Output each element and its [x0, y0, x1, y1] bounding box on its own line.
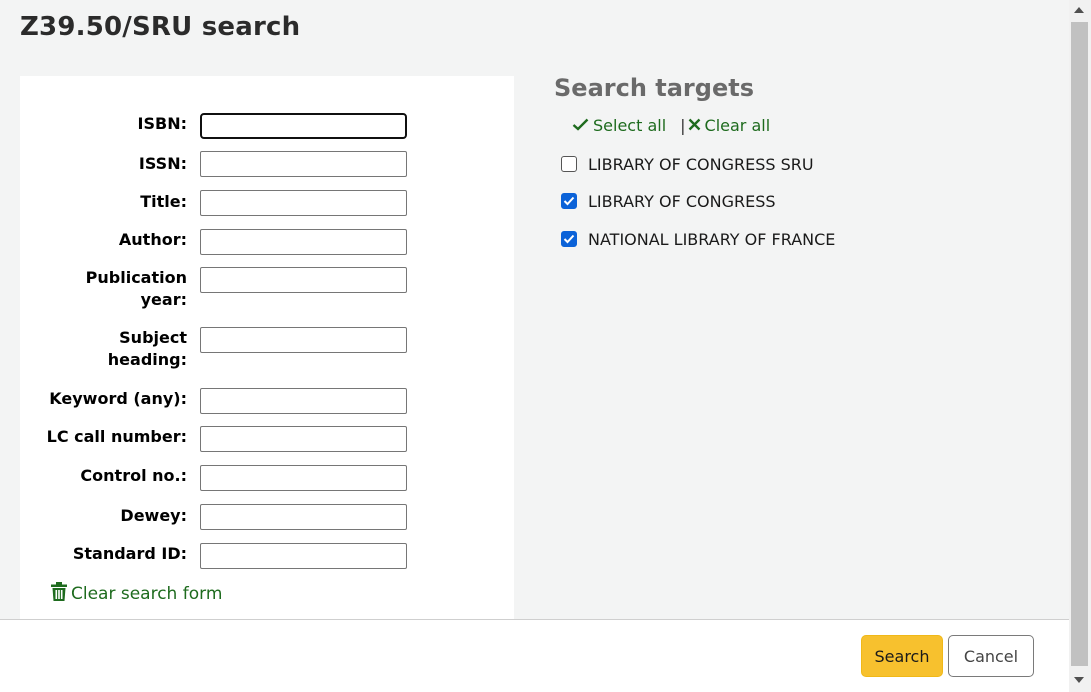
clear-all-label: Clear all	[704, 116, 771, 135]
scroll-thumb[interactable]	[1071, 22, 1088, 666]
checkmark-icon	[563, 196, 575, 206]
cancel-button[interactable]: Cancel	[948, 635, 1034, 677]
control-no-input[interactable]	[200, 465, 407, 491]
target-selection-links: Select all | Clear all	[572, 116, 770, 135]
clear-search-form-label: Clear search form	[71, 584, 223, 604]
keyword-input[interactable]	[200, 388, 407, 414]
keyword-label: Keyword (any):	[49, 389, 187, 408]
search-form-panel: ISBN: ISSN: Title: Author: Publication y…	[20, 76, 514, 620]
modal-footer: Search Cancel	[0, 619, 1069, 692]
target-item-library-of-congress-sru[interactable]: LIBRARY OF CONGRESS SRU	[561, 153, 814, 175]
clear-all-link[interactable]: Clear all	[688, 116, 771, 135]
target-label: LIBRARY OF CONGRESS SRU	[588, 154, 814, 174]
issn-label: ISSN:	[138, 154, 187, 173]
standard-id-label: Standard ID:	[72, 544, 187, 563]
isbn-label: ISBN:	[137, 114, 187, 133]
select-all-link[interactable]: Select all	[572, 116, 666, 135]
lc-call-number-label: LC call number:	[46, 427, 187, 446]
control-no-label: Control no.:	[80, 466, 187, 485]
target-item-library-of-congress[interactable]: LIBRARY OF CONGRESS	[561, 190, 776, 212]
select-all-label: Select all	[593, 116, 667, 135]
dewey-input[interactable]	[200, 504, 407, 530]
scroll-up-arrow-icon[interactable]	[1074, 7, 1084, 13]
target-checkbox[interactable]	[561, 193, 577, 209]
clear-search-form-link[interactable]: Clear search form	[51, 582, 222, 606]
search-targets-title: Search targets	[554, 74, 754, 102]
link-separator: |	[680, 116, 686, 135]
target-label: LIBRARY OF CONGRESS	[588, 191, 776, 211]
scroll-down-arrow-icon[interactable]	[1074, 677, 1084, 683]
subject-heading-input[interactable]	[200, 327, 407, 353]
publication-year-label: Publication year:	[85, 268, 187, 309]
target-checkbox[interactable]	[561, 231, 577, 247]
close-icon	[688, 116, 701, 135]
author-label: Author:	[118, 230, 187, 249]
dewey-label: Dewey:	[120, 506, 187, 525]
target-label: NATIONAL LIBRARY OF FRANCE	[588, 229, 836, 249]
issn-input[interactable]	[200, 151, 407, 177]
search-button[interactable]: Search	[861, 635, 943, 677]
target-checkbox[interactable]	[561, 156, 577, 172]
vertical-scrollbar[interactable]	[1069, 0, 1091, 692]
trash-icon	[51, 582, 67, 606]
isbn-input[interactable]	[200, 113, 407, 139]
target-item-national-library-of-france[interactable]: NATIONAL LIBRARY OF FRANCE	[561, 228, 835, 250]
title-label: Title:	[140, 192, 187, 211]
author-input[interactable]	[200, 229, 407, 255]
lc-call-number-input[interactable]	[200, 426, 407, 452]
checkmark-icon	[563, 234, 575, 244]
publication-year-input[interactable]	[200, 267, 407, 293]
subject-heading-label: Subject heading:	[107, 328, 187, 369]
title-input[interactable]	[200, 190, 407, 216]
page-title: Z39.50/SRU search	[20, 12, 301, 42]
standard-id-input[interactable]	[200, 543, 407, 569]
check-icon	[572, 116, 589, 135]
